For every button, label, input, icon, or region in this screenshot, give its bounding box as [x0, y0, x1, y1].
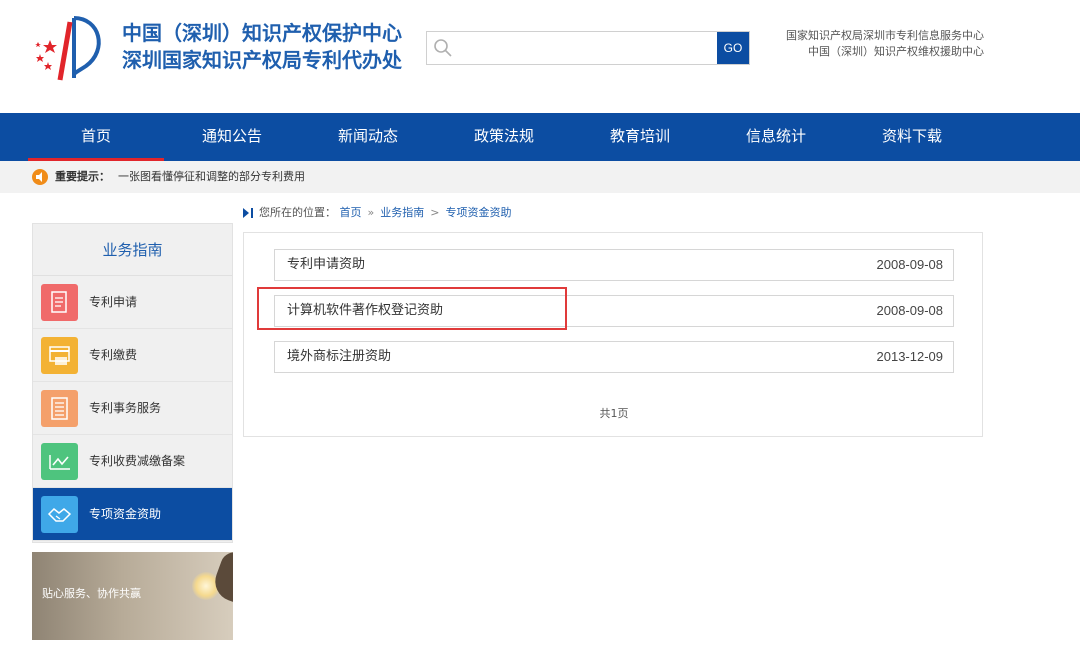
notice-bar: 重要提示： 一张图看懂停征和调整的部分专利费用 [0, 161, 1080, 193]
site-logo[interactable] [30, 14, 110, 84]
search-input[interactable] [457, 32, 707, 64]
org-name-line2: 深圳国家知识产权局专利代办处 [122, 48, 402, 72]
sidebar-item-patent-services[interactable]: 专利事务服务 [33, 382, 232, 435]
breadcrumb-separator: » [367, 206, 375, 219]
nav-item-home[interactable]: 首页 [28, 113, 164, 161]
promo-banner[interactable]: 贴心服务、协作共赢 [32, 552, 233, 640]
nav-item-news[interactable]: 新闻动态 [300, 113, 436, 161]
pagination-info: 共1页 [599, 407, 629, 420]
affiliated-org-info: 国家知识产权局深圳市专利信息服务中心 中国（深圳）知识产权维权援助中心 [786, 28, 984, 60]
sidebar-item-label: 专项资金资助 [89, 507, 162, 521]
affiliated-org-line1: 国家知识产权局深圳市专利信息服务中心 [786, 29, 984, 42]
list-item-title[interactable]: 专利申请资助 [287, 250, 365, 280]
nav-item-training[interactable]: 教育培训 [572, 113, 708, 161]
list-item-title[interactable]: 境外商标注册资助 [287, 342, 391, 372]
sidebar-item-label: 专利缴费 [89, 348, 138, 362]
search-box: GO [426, 31, 750, 65]
list-item[interactable]: 计算机软件著作权登记资助 2008-09-08 [274, 295, 954, 327]
sidebar-item-label: 专利申请 [89, 295, 138, 309]
banner-slogan: 贴心服务、协作共赢 [42, 587, 141, 600]
sidebar-item-patent-fee[interactable]: 专利缴费 [33, 329, 232, 382]
breadcrumb-current[interactable]: 专项资金资助 [445, 206, 511, 219]
speaker-icon [32, 169, 48, 185]
notice-label: 重要提示： [55, 170, 110, 183]
breadcrumb-guide[interactable]: 业务指南 [380, 206, 424, 219]
payment-card-icon [41, 337, 78, 374]
breadcrumb-home[interactable]: 首页 [340, 206, 362, 219]
site-header: 中国（深圳）知识产权保护中心 深圳国家知识产权局专利代办处 GO 国家知识产权局… [0, 0, 1080, 113]
document-icon [41, 284, 78, 321]
sidebar: 业务指南 专利申请 专利缴费 专利事务服务 专利收费减缴备案 专项资金资助 [32, 223, 233, 543]
search-go-button[interactable]: GO [717, 32, 749, 64]
search-icon [434, 39, 452, 57]
content-panel: 专利申请资助 2008-09-08 计算机软件著作权登记资助 2008-09-0… [243, 232, 983, 437]
breadcrumb-arrow-icon [243, 208, 249, 218]
chart-trend-icon [41, 443, 78, 480]
breadcrumb-bar-icon [251, 208, 253, 218]
breadcrumb-separator: > [430, 206, 440, 219]
list-item[interactable]: 专利申请资助 2008-09-08 [274, 249, 954, 281]
nav-item-statistics[interactable]: 信息统计 [708, 113, 844, 161]
breadcrumb: 您所在的位置： 首页 » 业务指南 > 专项资金资助 [243, 205, 511, 221]
sidebar-item-label: 专利事务服务 [89, 401, 162, 415]
logo-emblem-icon [35, 16, 101, 81]
sidebar-item-label: 专利收费减缴备案 [89, 454, 186, 468]
sidebar-item-special-funding[interactable]: 专项资金资助 [33, 488, 232, 541]
nav-item-policies[interactable]: 政策法规 [436, 113, 572, 161]
breadcrumb-prefix: 您所在的位置： [259, 206, 336, 219]
list-item-date: 2008-09-08 [876, 257, 944, 272]
handshake-icon [41, 496, 78, 533]
affiliated-org-line2: 中国（深圳）知识产权维权援助中心 [808, 45, 984, 58]
list-item-date: 2008-09-08 [876, 303, 944, 318]
sidebar-item-patent-application[interactable]: 专利申请 [33, 276, 232, 329]
nav-item-notices[interactable]: 通知公告 [164, 113, 300, 161]
list-item-date: 2013-12-09 [876, 349, 944, 364]
list-item-title[interactable]: 计算机软件著作权登记资助 [287, 296, 443, 326]
main-nav: 首页 通知公告 新闻动态 政策法规 教育培训 信息统计 资料下载 [0, 113, 1080, 161]
site-title: 中国（深圳）知识产权保护中心 深圳国家知识产权局专利代办处 [122, 20, 402, 74]
nav-item-downloads[interactable]: 资料下载 [844, 113, 980, 161]
notice-link[interactable]: 一张图看懂停征和调整的部分专利费用 [118, 161, 305, 193]
org-name-line1: 中国（深圳）知识产权保护中心 [122, 21, 402, 45]
sidebar-item-fee-reduction[interactable]: 专利收费减缴备案 [33, 435, 232, 488]
file-list-icon [41, 390, 78, 427]
list-item[interactable]: 境外商标注册资助 2013-12-09 [274, 341, 954, 373]
sidebar-title: 业务指南 [33, 224, 232, 276]
